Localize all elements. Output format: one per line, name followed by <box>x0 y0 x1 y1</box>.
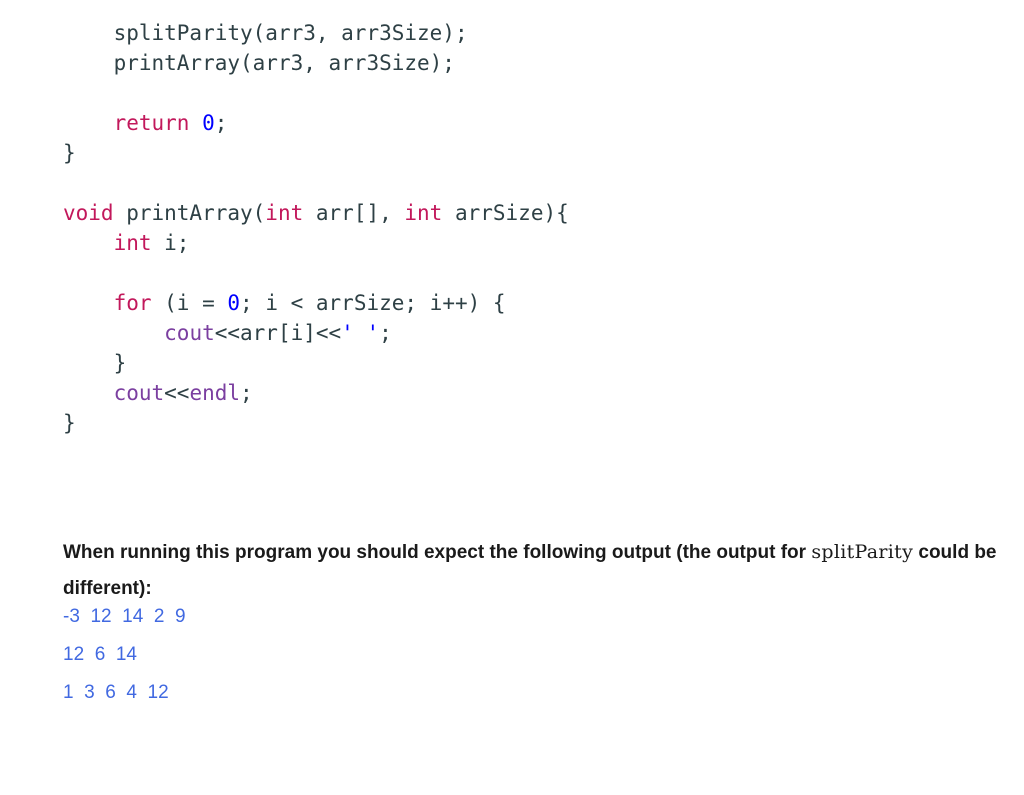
inline-code-splitparity: splitParity <box>811 541 914 563</box>
program-output: -3 12 14 2 9 12 6 14 1 3 6 4 12 <box>63 598 186 712</box>
code-token-plain: printArray( <box>113 201 266 225</box>
output-line: 12 6 14 <box>63 644 137 665</box>
code-line: splitParity(arr3, arr3Size); <box>63 18 569 48</box>
code-token-plain: ; <box>379 321 392 345</box>
code-line: return 0; <box>63 108 569 138</box>
code-token-plain: ; <box>214 111 228 135</box>
code-line: for (i = 0; i < arrSize; i++) { <box>63 288 569 318</box>
code-line: cout<<endl; <box>63 378 569 408</box>
code-token-stream: cout <box>113 381 165 405</box>
code-token-plain: } <box>63 141 76 165</box>
code-token-plain: printArray(arr3, arr3Size); <box>113 51 455 75</box>
code-line: printArray(arr3, arr3Size); <box>63 48 569 78</box>
code-token-keyword: int <box>265 201 304 225</box>
code-token-plain: ; i < arrSize; i++) { <box>240 291 506 315</box>
document-page: splitParity(arr3, arr3Size); printArray(… <box>0 0 1024 795</box>
code-line: } <box>63 348 569 378</box>
output-line: -3 12 14 2 9 <box>63 606 186 627</box>
code-token-plain: arrSize){ <box>442 201 569 225</box>
code-token-plain: } <box>113 351 127 375</box>
code-line: int i; <box>63 228 569 258</box>
code-token-plain: i; <box>151 231 190 255</box>
prose-text-before: When running this program you should exp… <box>63 542 812 563</box>
code-line: cout<<arr[i]<<' '; <box>63 318 569 348</box>
code-token-plain: (i = <box>151 291 228 315</box>
code-token-plain: ; <box>240 381 253 405</box>
code-token-literal: 0 <box>227 291 241 315</box>
code-token-keyword: return <box>113 111 190 135</box>
code-token-keyword: int <box>113 231 152 255</box>
output-line: 1 3 6 4 12 <box>63 682 169 703</box>
code-token-plain: << <box>164 381 190 405</box>
code-token-literal: 0 <box>202 111 215 135</box>
code-token-plain: splitParity(arr3, arr3Size); <box>113 21 468 45</box>
code-token-keyword: void <box>63 201 114 225</box>
code-line: } <box>63 138 569 168</box>
code-line: } <box>63 408 569 438</box>
code-line: void printArray(int arr[], int arrSize){ <box>63 198 569 228</box>
code-token-plain: } <box>63 411 76 435</box>
code-token-stream: cout <box>164 321 215 345</box>
code-token-plain: arr[], <box>303 201 405 225</box>
code-token-literal: ' ' <box>341 321 380 345</box>
code-token-keyword: int <box>404 201 443 225</box>
code-listing: splitParity(arr3, arr3Size); printArray(… <box>63 18 569 438</box>
explanation-paragraph: When running this program you should exp… <box>63 534 1008 607</box>
code-token-stream: endl <box>189 381 241 405</box>
code-token-plain: <<arr[i]<< <box>214 321 342 345</box>
code-token-keyword: for <box>113 291 152 315</box>
